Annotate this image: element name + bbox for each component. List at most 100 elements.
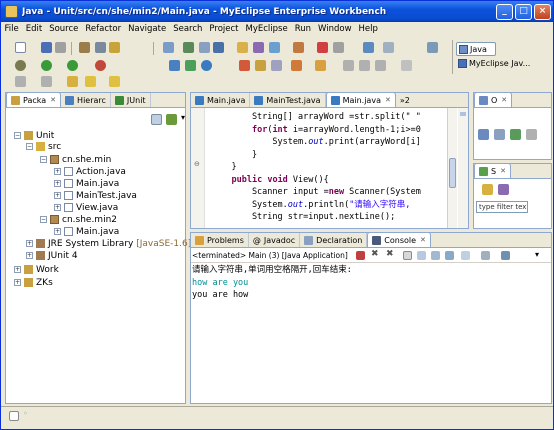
block-icon[interactable] [401,60,412,71]
link-with-editor-icon[interactable] [166,114,177,125]
open-type-icon[interactable] [163,42,174,53]
java-perspective-button[interactable]: Java [456,42,496,56]
server-icon[interactable] [79,42,90,53]
tab-outline[interactable]: O ✕ [474,93,513,107]
expand-icon[interactable]: + [14,279,21,286]
task-filter-input[interactable]: type filter tex [476,201,528,213]
tree-item-src[interactable]: − src [26,141,61,152]
class-icon[interactable] [253,42,264,53]
tree-item-maintest-java[interactable]: + MainTest.java [54,190,137,201]
save-icon[interactable] [41,42,52,53]
search-icon[interactable] [271,60,282,71]
interface-icon[interactable] [269,42,280,53]
close-tab-icon[interactable]: ✕ [385,96,391,104]
hide-static-icon[interactable] [510,129,521,140]
expand-icon[interactable]: + [54,228,61,235]
tab-declaration[interactable]: Declaration [300,233,368,247]
web-icon[interactable] [109,42,120,53]
last-edit-icon[interactable] [67,76,78,87]
menu-search[interactable]: Search [170,24,206,34]
scroll-thumb[interactable] [449,158,456,188]
menu-window[interactable]: Window [315,24,356,34]
tree-item-zks[interactable]: + ZKs [14,277,53,288]
close-tab-icon[interactable]: ✕ [420,236,426,244]
menu-project[interactable]: Project [206,24,242,34]
pin-console-icon[interactable] [461,251,470,260]
code-line[interactable]: } [211,161,421,174]
menu-file[interactable]: File [1,24,22,34]
remove-launch-icon[interactable]: ✖ [371,249,379,259]
code-line[interactable]: } [211,149,421,162]
tree-item-junit4[interactable]: + JUnit 4 [26,250,78,261]
menu-myeclipse[interactable]: MyEclipse [242,24,291,34]
hide-fields-icon[interactable] [494,129,505,140]
collapse-icon[interactable]: − [40,216,47,223]
menu-navigate[interactable]: Navigate [125,24,170,34]
tab-main-java-active[interactable]: Main.java ✕ [325,93,396,107]
open-project-icon[interactable] [255,60,266,71]
tab-maintest-java[interactable]: MainTest.java [250,93,326,107]
display-console-icon[interactable] [481,251,490,260]
tab-task-list[interactable]: S ✕ [474,164,511,178]
expand-icon[interactable]: + [54,192,61,199]
back-icon[interactable] [85,76,96,87]
close-tab-icon[interactable]: ✕ [500,167,506,175]
close-tab-icon[interactable]: ✕ [501,96,507,104]
debug-icon[interactable] [15,60,26,71]
task-icon[interactable] [183,42,194,53]
new-package-icon[interactable] [185,60,196,71]
menu-help[interactable]: Help [355,24,381,34]
code-line[interactable]: Scanner input =new Scanner(System [211,186,421,199]
new-class-icon[interactable] [201,60,212,71]
tab-javadoc[interactable]: @ Javadoc [249,233,301,247]
tree-item-package-cn-she-min2[interactable]: − cn.she.min2 [40,214,117,225]
hide-nonpublic-icon[interactable] [526,129,537,140]
minimize-button[interactable]: _ [496,3,513,20]
show-on-error-icon[interactable] [445,251,454,260]
maximize-button[interactable]: □ [515,3,532,20]
menu-edit[interactable]: Edit [22,24,45,34]
menu-refactor[interactable]: Refactor [82,24,125,34]
categorize-icon[interactable] [498,184,509,195]
tree-item-view-java[interactable]: + View.java [54,202,118,213]
open-console-icon[interactable] [501,251,510,260]
run-last-icon[interactable] [67,60,78,71]
db-icon[interactable] [213,42,224,53]
code-line[interactable]: System.out.println("请输入字符串, [211,199,421,212]
code-line[interactable]: String[] arrayWord =str.split(" " [211,111,421,124]
myeclipse-perspective-button[interactable]: MyEclipse Jav... [456,59,530,68]
collapse-icon[interactable]: − [14,132,21,139]
browser-icon[interactable] [199,42,210,53]
sort-icon[interactable] [478,129,489,140]
new-task-icon[interactable] [482,184,493,195]
tab-main-java[interactable]: Main.java [191,93,251,107]
ant-icon[interactable] [239,60,250,71]
more-tabs-button[interactable]: »2 [396,93,414,107]
tree-item-package-cn-she-min[interactable]: − cn.she.min [40,154,111,165]
expand-icon[interactable]: + [54,204,61,211]
ruler-marker[interactable] [460,112,466,116]
tree-item-unit[interactable]: − Unit [14,130,54,141]
collapse-icon[interactable]: − [26,143,33,150]
code-text[interactable]: String[] arrayWord =str.split(" " for(in… [211,111,421,224]
code-line[interactable]: public void View(){ [211,174,421,187]
close-tab-icon[interactable]: ✕ [50,96,56,104]
tab-console[interactable]: Console ✕ [367,233,431,247]
scroll-lock-icon[interactable] [417,251,426,260]
pin-icon[interactable] [343,60,354,71]
deploy-icon[interactable] [95,42,106,53]
tree-item-jre-library[interactable]: + JRE System Library [JavaSE-1.6] [26,238,191,249]
view-menu-icon[interactable]: ▾ [181,113,185,122]
ejb-icon[interactable] [293,42,304,53]
title-bar[interactable]: Java - Unit/src/cn/she/min2/Main.java - … [1,1,553,22]
tab-junit[interactable]: JUnit [111,93,151,107]
fold-icon[interactable]: ⊖ [194,160,200,168]
tab-problems[interactable]: Problems [191,233,249,247]
console-output[interactable]: 请输入字符串,单词用空格隔开,回车结束: how are you you are h… [192,264,352,302]
spring-icon[interactable] [333,42,344,53]
new-java-project-icon[interactable] [169,60,180,71]
print-icon[interactable] [55,42,66,53]
menu-run[interactable]: Run [291,24,314,34]
menu-source[interactable]: Source [46,24,82,34]
previous-annotation-icon[interactable] [41,76,52,87]
